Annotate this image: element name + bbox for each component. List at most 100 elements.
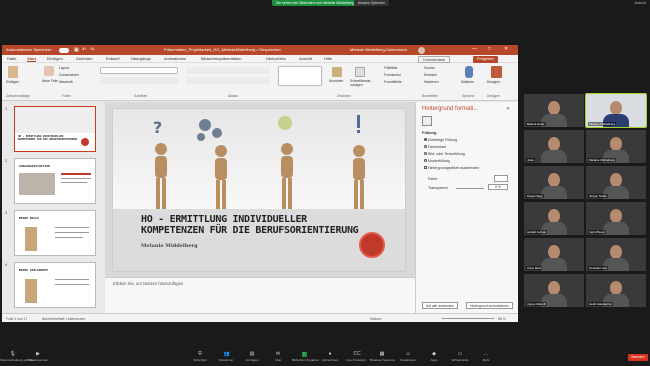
participant-video[interactable]: Kinga Nagy [524,166,584,199]
view-button[interactable]: Ansicht [635,1,646,5]
designer-icon[interactable] [491,66,502,78]
dictate-label[interactable]: Diktieren [461,80,474,84]
replace-button[interactable]: Ersetzen [424,73,437,77]
participant-video[interactable]: Jürgen Nobis [586,166,646,199]
comments-button[interactable]: Kommentare [418,55,450,63]
radio-solid-fill[interactable] [424,138,427,141]
participant-video[interactable]: Josie [524,130,584,163]
slide-thumbnail[interactable]: MEINE ZIELGRUPPE [14,262,96,308]
reactions-button[interactable]: ☺ Reaktionen [396,352,420,363]
zoom-level[interactable]: 68 % [498,317,506,321]
current-slide[interactable]: ? HO - ERMITTLUNG INDIVIDUELLER KOMPETEN… [113,109,405,271]
redo-icon[interactable]: ↷ [90,47,94,53]
paragraph-align-buttons[interactable] [186,77,270,84]
autosave-toggle[interactable] [59,47,69,53]
new-slide-label[interactable]: Neue Folie [42,79,58,83]
find-button[interactable]: Suchen [424,66,435,70]
end-meeting-button[interactable]: Beenden [628,354,648,361]
font-format-buttons[interactable] [100,77,178,84]
shape-outline-button[interactable]: Formkontur [384,73,401,77]
tab-design[interactable]: Entwurf [106,56,120,61]
slide-thumbnail[interactable]: MEINE ROLLE [14,210,96,256]
participant-video[interactable]: Christian Lies [586,238,646,271]
font-name-select[interactable] [100,67,178,74]
participant-video[interactable]: Bettina Hofer [524,94,584,127]
chat-button[interactable]: ✉ Chat [266,352,290,363]
tab-animations[interactable]: Animationen [164,56,186,61]
arrange-label[interactable]: Anordnen [329,79,343,83]
participant-video[interactable]: Anne Metz [524,238,584,271]
notes-pane[interactable]: Klicken Sie, um Notizen hinzuzufügen [105,277,415,313]
shape-fill-button[interactable]: Fülleffekt [384,66,397,70]
avatar[interactable] [418,46,425,54]
participant-video[interactable]: Heidi Gaisbacher [586,274,646,307]
quick-styles-label[interactable]: Schnellformat-vorlagen [350,79,380,87]
share-button[interactable]: Freigeben [472,55,498,63]
security-button[interactable]: ⛨ Sicherheit [188,352,212,363]
designer-label[interactable]: Designer [487,80,500,84]
tab-insert[interactable]: Einfügen [47,56,63,61]
whiteboard-button[interactable]: ▭ Whiteboards [448,352,472,363]
select-button[interactable]: Markieren [424,80,439,84]
reset-button[interactable]: Zurücksetzen [59,73,79,77]
color-picker[interactable] [494,175,508,182]
notes-toggle[interactable]: Notizen [370,317,382,321]
polls-button[interactable]: ▤ Umfragen [240,352,264,363]
tab-view[interactable]: Ansicht [299,56,312,61]
quick-styles-icon[interactable] [355,67,365,77]
arrange-icon[interactable] [332,67,342,77]
slide-thumbnail[interactable]: HO - ERMITTLUNG INDIVIDUELLER KOMPETENZE… [14,106,96,152]
maximize-icon[interactable]: □ [488,46,491,52]
record-button[interactable]: ● Aufzeichnen [318,352,342,363]
reset-background-button[interactable]: Hintergrund zurücksetzen [466,302,513,309]
tab-slideshow[interactable]: Bildschirmpräsentation [201,56,241,61]
participant-video[interactable]: Ingrid Beyer [586,202,646,235]
close-icon[interactable]: ✕ [504,46,508,52]
breakout-button[interactable]: ▦ Breakout Sessions [370,352,395,363]
more-button[interactable]: … Mehr [474,352,498,363]
radio-picture-fill[interactable] [424,152,427,155]
layout-button[interactable]: Layout [59,66,69,70]
tab-help[interactable]: Hilfe [324,56,332,61]
apps-button[interactable]: ◆ Apps [422,352,446,363]
save-icon[interactable]: ▣ [74,47,79,53]
participant-video-active-speaker[interactable]: Melanie Middelberg [585,93,647,128]
slide-subtitle[interactable]: Melanie Middelberg [141,243,198,249]
transparency-slider[interactable] [456,188,484,189]
tab-home[interactable]: Start [27,56,37,62]
transparency-input[interactable]: 0 % [488,184,508,190]
zoom-slider[interactable] [442,318,494,319]
accessibility-status[interactable]: Barrierefreiheit: Untersuchen [42,317,85,321]
paste-icon[interactable] [8,66,18,78]
section-button[interactable]: Abschnitt [59,80,73,84]
microphone-icon[interactable] [465,66,473,78]
shape-effects-button[interactable]: Formeffekte [384,80,402,84]
tab-file[interactable]: Datei [7,56,16,61]
shapes-gallery[interactable] [278,66,322,86]
new-slide-icon[interactable] [44,66,54,76]
transcript-button[interactable]: CC Live-Transkript [344,352,368,363]
fill-bucket-icon[interactable] [422,116,432,126]
minimize-icon[interactable]: — [472,46,477,52]
share-screen-button[interactable]: ↑ Bildschirm freigeben [292,352,319,363]
participants-button[interactable]: 👥 Teilnehmer [214,352,238,363]
slide-thumbnail[interactable]: AUSGANGSSITUATION [14,158,96,204]
hide-graphics-checkbox[interactable] [424,166,427,169]
slide-title[interactable]: HO - ERMITTLUNG INDIVIDUELLER KOMPETENZE… [141,214,359,236]
fill-section-header[interactable]: Füllung [422,130,436,135]
participant-video[interactable]: Harald Jelinek [524,202,584,235]
participant-video[interactable]: Agnes Meindl [524,274,584,307]
apply-all-button[interactable]: Auf alle anwenden [422,302,458,309]
paragraph-list-buttons[interactable] [186,67,270,74]
mute-button[interactable]: 🎙 Stummschaltung aufheben [0,352,36,363]
close-icon[interactable]: ✕ [506,106,510,112]
radio-pattern-fill[interactable] [424,159,427,162]
view-options-button[interactable]: Ansicht Optionen [354,0,389,6]
tab-transitions[interactable]: Übergänge [131,56,151,61]
tab-draw[interactable]: Zeichnen [76,56,92,61]
participant-video[interactable]: Melanie Middelberg [586,130,646,163]
tab-review[interactable]: Überprüfen [266,56,286,61]
radio-gradient-fill[interactable] [424,145,427,148]
undo-icon[interactable]: ↶ [82,47,86,53]
video-button[interactable]: ▶ Video beenden [26,352,50,363]
